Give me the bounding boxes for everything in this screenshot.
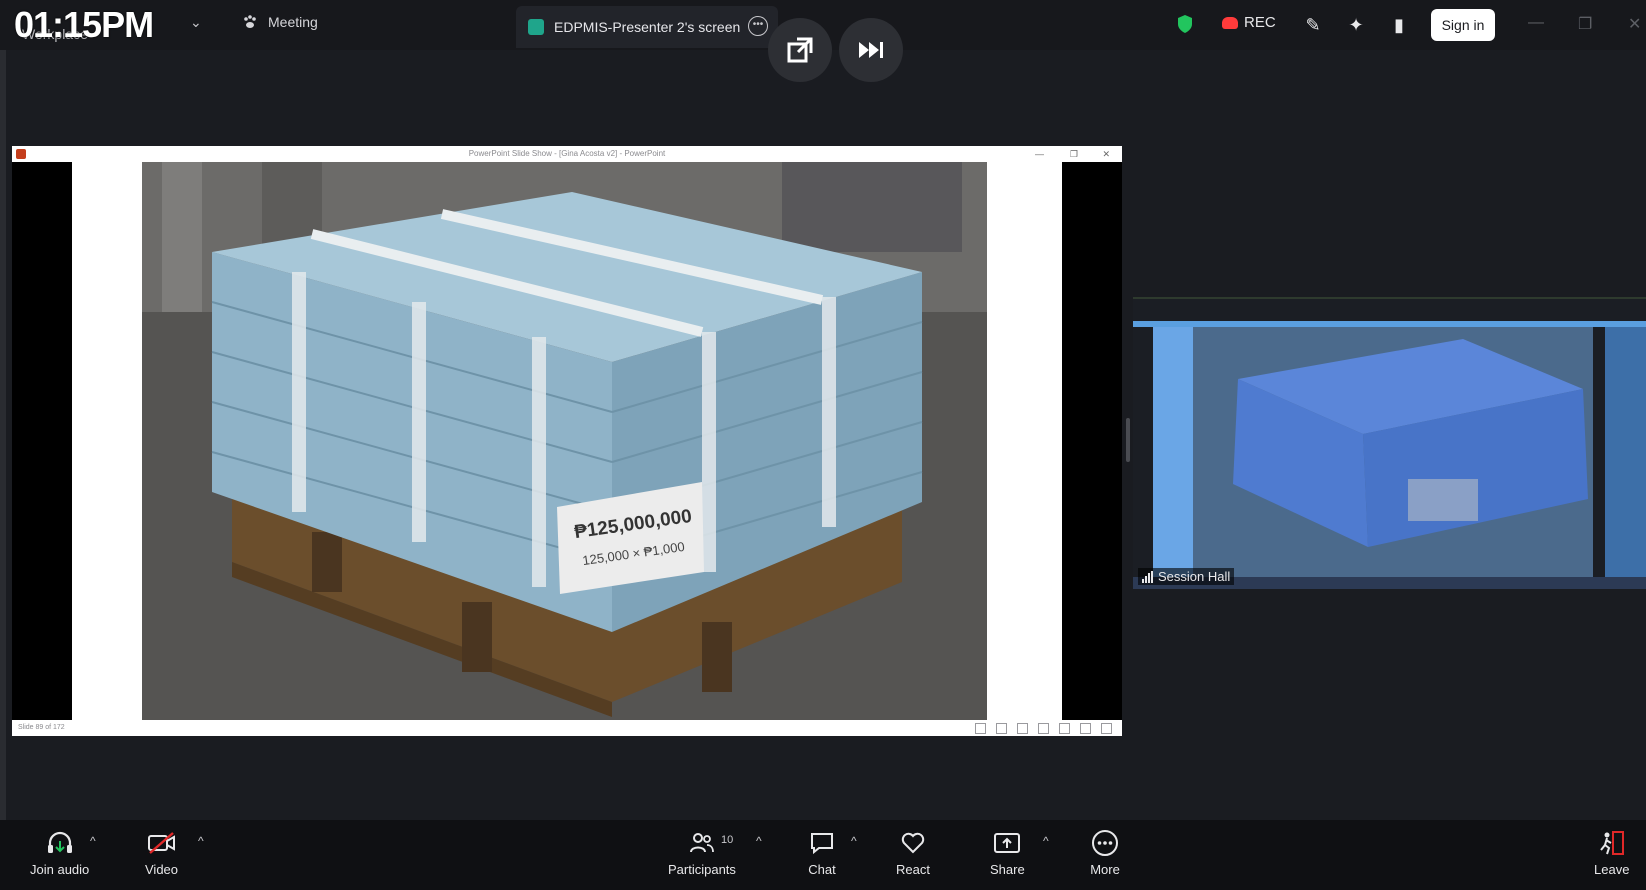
shield-icon[interactable] — [1176, 14, 1194, 34]
more-options-icon[interactable]: ••• — [748, 16, 768, 36]
window-edge — [0, 50, 6, 820]
screen-share-app-icon — [528, 19, 544, 35]
chat-button[interactable]: Chat — [807, 830, 837, 877]
session-hall-video-feed — [1133, 299, 1646, 589]
share-options-caret-icon[interactable]: ^ — [1043, 834, 1049, 848]
view-notes-icon — [996, 723, 1007, 734]
minimize-icon[interactable]: — — [1528, 14, 1544, 32]
panel-resize-handle[interactable] — [1126, 418, 1130, 462]
react-button[interactable]: React — [896, 830, 930, 877]
more-button[interactable]: More — [1090, 830, 1120, 877]
powerpoint-logo-icon — [16, 149, 26, 159]
share-screen-icon — [992, 830, 1022, 856]
more-label: More — [1090, 862, 1120, 877]
ppt-view-icons — [975, 723, 1112, 734]
participant-name-tag: Session Hall — [1138, 568, 1235, 585]
react-label: React — [896, 862, 930, 877]
meeting-menu[interactable]: Meeting — [242, 14, 318, 30]
join-audio-button[interactable]: Join audio — [30, 830, 89, 877]
annotate-icon[interactable]: ✎ — [1302, 14, 1324, 36]
record-label: REC — [1244, 14, 1276, 31]
meeting-toolbar: Join audio ^ Video ^ Participants 10 ^ C… — [0, 820, 1646, 890]
ppt-titlebar: PowerPoint Slide Show - [Gina Acosta v2]… — [12, 146, 1122, 162]
video-label: Video — [145, 862, 179, 877]
sign-in-button[interactable]: Sign in — [1431, 9, 1495, 41]
ppt-minimize-icon: — — [1035, 149, 1044, 159]
participants-icon — [687, 830, 717, 856]
tab-presenter-screen[interactable]: EDPMIS-Presenter 2's screen — [516, 6, 778, 48]
video-off-icon — [147, 830, 177, 856]
ppt-close-icon: ✕ — [1102, 149, 1110, 159]
ppt-restore-icon: ❐ — [1069, 149, 1078, 159]
view-menu-icon — [1101, 723, 1112, 734]
view-sorter-icon — [1038, 723, 1049, 734]
chat-options-caret-icon[interactable]: ^ — [851, 834, 857, 848]
participants-options-caret-icon[interactable]: ^ — [756, 834, 762, 848]
signal-strength-icon — [1142, 570, 1153, 583]
participants-count: 10 — [721, 834, 734, 846]
leave-label: Leave — [1594, 862, 1630, 877]
cloud-record-icon — [1222, 16, 1238, 29]
leave-door-icon — [1597, 830, 1627, 856]
slide: ₱125,000,000 125,000 × ₱1,000 — [72, 162, 1062, 720]
view-grid-icon — [1059, 723, 1070, 734]
pop-out-button[interactable] — [768, 18, 832, 82]
money-pallet-illustration — [142, 162, 987, 720]
leave-button[interactable]: Leave — [1594, 830, 1629, 877]
skip-forward-button[interactable] — [839, 18, 903, 82]
ppt-window-title: PowerPoint Slide Show - [Gina Acosta v2]… — [468, 149, 666, 158]
join-audio-label: Join audio — [30, 862, 90, 877]
video-options-caret-icon[interactable]: ^ — [198, 834, 204, 848]
clock-overlay: 01:15PM — [14, 4, 154, 45]
heart-icon — [898, 830, 928, 856]
ppt-statusbar: Slide 89 of 172 — [12, 720, 1122, 736]
view-reading-icon — [1017, 723, 1028, 734]
audio-options-caret-icon[interactable]: ^ — [90, 834, 96, 848]
paw-icon — [244, 15, 256, 28]
share-button[interactable]: Share — [990, 830, 1025, 877]
participants-label: Participants — [668, 862, 736, 877]
view-slideshow-icon — [1080, 723, 1091, 734]
ai-sparkle-icon[interactable]: ✦ — [1345, 14, 1367, 36]
view-normal-icon — [975, 723, 986, 734]
restore-icon[interactable]: ❐ — [1578, 14, 1592, 34]
share-label: Share — [990, 862, 1025, 877]
slide-photo-money-pallet: ₱125,000,000 125,000 × ₱1,000 — [142, 162, 987, 720]
chat-icon — [807, 830, 837, 856]
more-icon — [1090, 830, 1120, 856]
pop-out-icon — [787, 37, 813, 63]
record-button[interactable]: REC — [1222, 14, 1276, 31]
slide-counter: Slide 89 of 172 — [18, 724, 65, 731]
skip-forward-icon — [859, 42, 883, 58]
video-button[interactable]: Video — [145, 830, 178, 877]
close-icon[interactable]: ✕ — [1628, 14, 1641, 34]
shared-screen: PowerPoint Slide Show - [Gina Acosta v2]… — [12, 146, 1122, 736]
participant-name: Session Hall — [1158, 569, 1231, 584]
headphones-icon — [45, 830, 75, 856]
meeting-label: Meeting — [268, 14, 318, 30]
side-panel-icon[interactable]: ▮ — [1388, 14, 1410, 36]
chevron-down-icon[interactable]: ⌄ — [190, 14, 202, 31]
chat-label: Chat — [808, 862, 836, 877]
tab-label: EDPMIS-Presenter 2's screen — [554, 19, 741, 35]
participant-video-session-hall[interactable] — [1133, 297, 1646, 589]
